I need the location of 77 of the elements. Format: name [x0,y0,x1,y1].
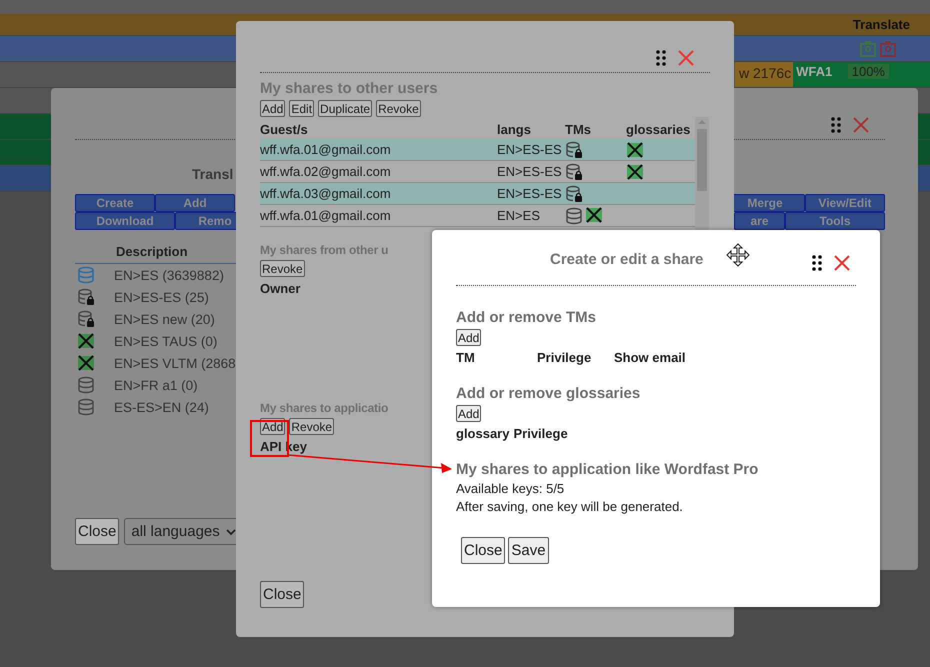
close-icon[interactable] [834,255,850,271]
add-button[interactable]: Add [456,405,482,422]
tm-name[interactable]: EN>ES VLTM (2868 [114,356,236,370]
revoke-button[interactable]: Revoke [260,260,305,277]
tm-name[interactable]: EN>ES TAUS (0) [114,334,218,348]
tm-name[interactable]: ES-ES>EN (24) [114,400,209,414]
close-icon[interactable] [853,117,869,133]
section-heading: My shares to application like Wordfast Pro [456,461,758,478]
glossary-icon [77,333,95,349]
table-cell: WFA1 [793,62,845,87]
locked-database-icon [565,184,583,202]
drag-handle-icon[interactable] [656,50,666,66]
locked-database-icon [565,162,583,180]
close-icon[interactable] [678,50,694,66]
drag-handle-icon[interactable] [831,117,841,133]
column-header: glossaries [626,122,690,136]
glossary-icon [626,142,644,158]
info-text: Available keys: 5/5 [456,481,566,496]
dialog-button[interactable]: Save [508,537,549,564]
locked-database-icon [77,310,95,328]
share-row[interactable]: wff.wfa.01@gmail.com EN>ES [260,205,695,227]
locked-database-icon [565,140,583,158]
tm-name[interactable]: EN>ES new (20) [114,312,215,326]
column-header: glossary [456,426,510,443]
table-cell-text: EN>ES-ES [497,186,563,201]
action-button[interactable]: Edit [289,100,314,117]
column-header: TM [456,350,476,367]
dialog-title: Transl [192,166,234,182]
section-heading: Add or remove glossaries [456,385,640,402]
table-cell-text: EN>ES [497,208,541,223]
locked-database-icon [77,288,95,306]
tm-name[interactable]: EN>ES (3639882) [114,268,224,282]
table-cell: 100% [844,62,930,87]
column-header: Privilege [513,426,568,443]
table-cell-text: wff.wfa.01@gmail.com [260,208,392,223]
tm-name[interactable]: EN>FR a1 (0) [114,378,198,392]
column-header: Show email [614,350,687,367]
column-header: langs [497,122,532,136]
database-icon [77,376,95,394]
share-row[interactable]: wff.wfa.01@gmail.com EN>ES-ES [260,139,695,161]
column-header: Translate [852,17,910,32]
table-cell-text: wff.wfa.01@gmail.com [260,142,392,157]
glossary-icon [77,355,95,371]
database-icon [77,398,95,416]
action-button[interactable]: Revoke [376,100,421,117]
section-heading: Add or remove TMs [456,309,596,326]
column-header: Privilege [537,350,592,367]
table-cell-text: wff.wfa.03@gmail.com [260,186,392,201]
glossary-icon [585,206,603,222]
table-cell-text: EN>ES-ES [497,164,563,179]
close-button[interactable]: Close [75,518,120,545]
action-button[interactable]: Revoke [289,418,334,435]
database-icon [565,206,583,224]
move-cursor-icon [726,243,750,267]
section-heading: My shares to other users [260,80,438,97]
dialog-title: Create or edit a share [550,250,704,268]
table-cell-text: EN>ES-ES [497,142,563,157]
action-button[interactable]: Add [260,100,286,117]
glossary-icon [626,164,644,180]
add-button[interactable]: Add [456,329,482,346]
tm-name[interactable]: EN>ES-ES (25) [114,290,209,304]
column-header: TMs [565,122,592,136]
share-row[interactable]: wff.wfa.03@gmail.com EN>ES-ES [260,183,695,205]
section-heading: My shares from other u [260,243,388,257]
drag-handle-icon[interactable] [812,255,822,271]
table-cell-text: wff.wfa.02@gmail.com [260,164,392,179]
column-header: Guest/s [260,122,309,136]
chevron-icon [226,528,236,536]
section-heading: My shares to applicatio [260,401,388,415]
database-icon [77,266,95,284]
column-header: Description [116,244,188,259]
info-text: After saving, one key will be generated. [456,499,684,514]
close-button[interactable]: Close [260,581,304,608]
column-header: Owner [260,281,300,298]
table-cell: w 2176c [735,62,794,87]
action-button[interactable]: Duplicate [318,100,372,117]
dialog-button[interactable]: Close [461,537,506,564]
